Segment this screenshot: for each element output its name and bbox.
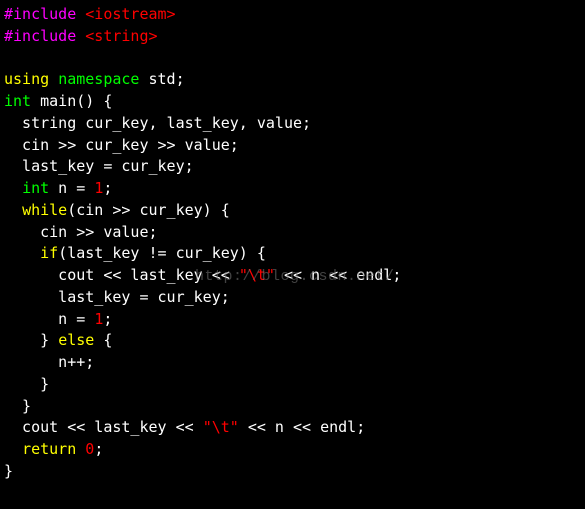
num-one-b: 1 (94, 310, 103, 328)
cout2-a: cout << last_key << (4, 418, 203, 436)
kw-else: else (58, 331, 94, 349)
kw-namespace: namespace (58, 70, 139, 88)
cout2-b: << n << endl; (239, 418, 365, 436)
cout1-b: << n << endl; (275, 266, 401, 284)
preproc-include: #include (4, 27, 76, 45)
open-else: { (94, 331, 112, 349)
if-cond: (last_key != cur_key) { (58, 244, 266, 262)
line-assign2: last_key = cur_key; (4, 288, 230, 306)
close-if: } (4, 331, 58, 349)
kw-int: int (4, 92, 31, 110)
txt-main: main() { (40, 92, 112, 110)
kw-return: return (22, 440, 76, 458)
str-tab: "\t" (239, 266, 275, 284)
kw-if: if (40, 244, 58, 262)
line-assign1: last_key = cur_key; (4, 157, 194, 175)
n-eq: n = (4, 310, 94, 328)
while-cond: (cin >> cur_key) { (67, 201, 230, 219)
preproc-include: #include (4, 5, 76, 23)
line-decl: string cur_key, last_key, value; (4, 114, 311, 132)
semi: ; (103, 310, 112, 328)
close-main: } (4, 462, 13, 480)
semi: ; (94, 440, 103, 458)
kw-using: using (4, 70, 49, 88)
code-block: #include <iostream> #include <string> us… (4, 4, 581, 483)
line-cin1: cin >> cur_key >> value; (4, 136, 239, 154)
line-cin2: cin >> value; (4, 223, 158, 241)
num-zero: 0 (85, 440, 94, 458)
num-one: 1 (94, 179, 103, 197)
close-else: } (4, 375, 49, 393)
txt-std: std; (149, 70, 185, 88)
cout1-a: cout << last_key << (4, 266, 239, 284)
kw-while: while (22, 201, 67, 219)
header-string: <string> (85, 27, 157, 45)
semi: ; (103, 179, 112, 197)
header-iostream: <iostream> (85, 5, 175, 23)
line-npp: n++; (4, 353, 94, 371)
close-while: } (4, 397, 31, 415)
kw-int-n: int (22, 179, 49, 197)
txt-n-eq: n = (49, 179, 94, 197)
str-tab: "\t" (203, 418, 239, 436)
